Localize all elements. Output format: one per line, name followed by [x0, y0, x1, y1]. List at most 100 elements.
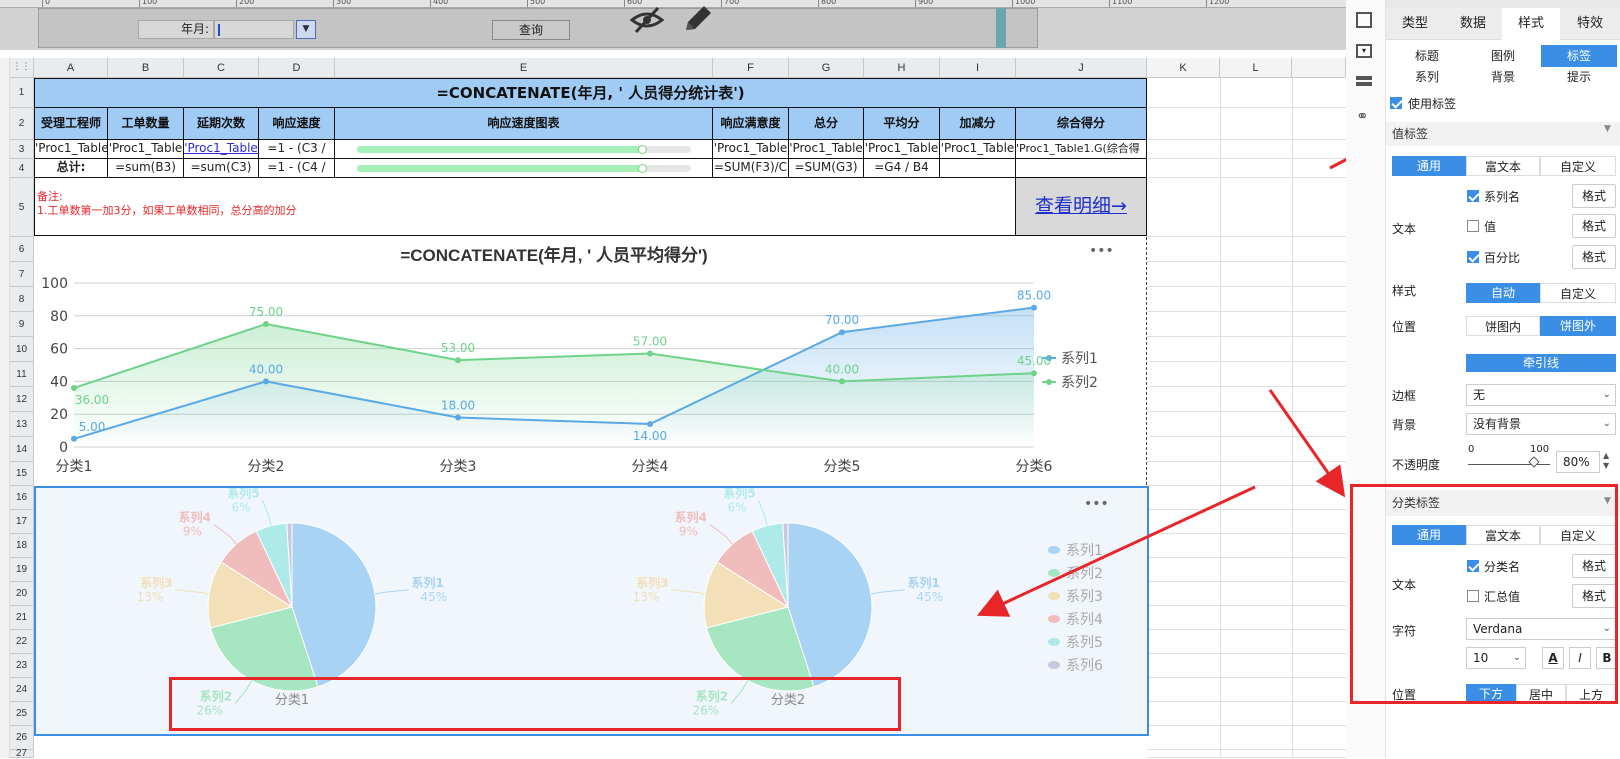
row-header[interactable]: 11	[10, 362, 34, 387]
row-header[interactable]: 4	[10, 159, 34, 178]
header-bonus[interactable]: 加减分	[940, 108, 1016, 140]
column-header-b[interactable]: B	[108, 58, 184, 78]
cell-e3-speed-bar[interactable]	[335, 140, 713, 159]
year-month-input[interactable]	[214, 20, 294, 39]
cell-g4[interactable]: =SUM(G3)	[789, 159, 864, 178]
tab-data[interactable]: 数据	[1444, 8, 1502, 40]
row-header[interactable]: 24	[10, 678, 34, 702]
cell-a3[interactable]: 'Proc1_Table	[34, 140, 108, 159]
subtab-title[interactable]: 标题	[1389, 45, 1465, 67]
cell-c4[interactable]: =sum(C3)	[184, 159, 259, 178]
condition-icon[interactable]	[1356, 76, 1372, 90]
cell-h4[interactable]: =G4 / B4	[864, 159, 940, 178]
cell-g3[interactable]: 'Proc1_Table	[789, 140, 864, 159]
cell-b4[interactable]: =sum(B3)	[108, 159, 184, 178]
subtab-background[interactable]: 背景	[1465, 66, 1541, 88]
border-select[interactable]: 无 ⌄	[1466, 384, 1616, 406]
row-header[interactable]: 13	[10, 412, 34, 437]
detail-link[interactable]: 查看明细→	[1016, 178, 1146, 235]
row-header[interactable]: 10	[10, 337, 34, 362]
note-cell[interactable]: 备注: 1.工单数第一加3分，如果工单数相同，总分高的加分	[34, 178, 1016, 236]
row-header[interactable]: 6	[10, 237, 34, 262]
subtab-series[interactable]: 系列	[1389, 66, 1465, 88]
opacity-input[interactable]: 80%	[1556, 451, 1600, 473]
header-average[interactable]: 平均分	[864, 108, 940, 140]
cell-f3[interactable]: 'Proc1_Table	[713, 140, 789, 159]
row-header[interactable]: 9	[10, 312, 34, 337]
column-header-j[interactable]: J	[1016, 58, 1147, 78]
header-satisfaction[interactable]: 响应满意度	[713, 108, 789, 140]
row-header[interactable]: 5	[10, 178, 34, 237]
header-engineer[interactable]: 受理工程师	[34, 108, 108, 140]
link-icon[interactable]: ⚭	[1356, 108, 1372, 124]
header-response-speed[interactable]: 响应速度	[259, 108, 335, 140]
format-button[interactable]: 格式	[1572, 214, 1616, 238]
row-header[interactable]: 1	[10, 78, 34, 108]
column-header-e[interactable]: E	[335, 58, 713, 78]
position-inside[interactable]: 饼图内	[1466, 316, 1540, 336]
header-composite[interactable]: 综合得分	[1016, 108, 1147, 140]
cell-f4[interactable]: =SUM(F3)/C	[713, 159, 789, 178]
row-header[interactable]: 8	[10, 287, 34, 312]
column-header-d[interactable]: D	[259, 58, 335, 78]
cell-d4[interactable]: =1 - (C4 /	[259, 159, 335, 178]
value-mode-richtext[interactable]: 富文本	[1466, 156, 1540, 176]
value-mode-general[interactable]: 通用	[1392, 156, 1466, 176]
column-header-f[interactable]: F	[713, 58, 789, 78]
percent-checkbox[interactable]	[1467, 251, 1479, 263]
row-header[interactable]: 19	[10, 558, 34, 582]
column-header-l[interactable]: L	[1220, 58, 1292, 78]
row-header[interactable]: 26	[10, 726, 34, 750]
row-header[interactable]: 2	[10, 108, 34, 140]
column-header-a[interactable]: A	[34, 58, 108, 78]
row-header[interactable]: 27	[10, 749, 34, 759]
collapse-icon[interactable]: ▼	[1604, 124, 1611, 134]
cell-j3[interactable]: 'Proc1_Table1.G(综合得	[1016, 140, 1147, 159]
tab-effects[interactable]: 特效	[1560, 8, 1620, 40]
leader-line-toggle[interactable]: 牵引线	[1466, 354, 1616, 372]
header-speed-chart[interactable]: 响应速度图表	[335, 108, 713, 140]
opacity-slider-track[interactable]	[1468, 464, 1550, 465]
cell-element-icon[interactable]	[1356, 12, 1372, 28]
position-outside[interactable]: 饼图外	[1540, 316, 1616, 336]
cell-i3[interactable]: 'Proc1_Table	[940, 140, 1016, 159]
line-chart[interactable]: =CONCATENATE(年月, ' 人员平均得分') ••• 0 20 40 60 80 1…	[34, 237, 1147, 485]
report-title[interactable]: =CONCATENATE(年月, ' 人员得分统计表')	[34, 78, 1147, 108]
row-header[interactable]: 16	[10, 486, 34, 510]
stepper-icon[interactable]: ▲ ▼	[1603, 451, 1609, 471]
row-header[interactable]: 3	[10, 140, 34, 159]
cell-j4[interactable]	[1016, 159, 1147, 178]
row-header[interactable]: 23	[10, 654, 34, 678]
row-header[interactable]: 25	[10, 702, 34, 726]
cell-i4[interactable]	[940, 159, 1016, 178]
tab-style[interactable]: 样式	[1502, 8, 1560, 40]
header-delay-count[interactable]: 延期次数	[184, 108, 259, 140]
cell-b3[interactable]: 'Proc1_Table	[108, 140, 184, 159]
widget-icon[interactable]: ▾	[1356, 44, 1372, 58]
cell-h3[interactable]: 'Proc1_Table	[864, 140, 940, 159]
cell-c3[interactable]: 'Proc1_Table	[184, 140, 259, 159]
column-header-c[interactable]: C	[184, 58, 259, 78]
edit-pencil-icon[interactable]	[682, 4, 714, 34]
use-label-checkbox[interactable]	[1390, 97, 1402, 109]
cell-a4-total[interactable]: 总计:	[34, 159, 108, 178]
series-name-checkbox[interactable]	[1467, 190, 1479, 202]
row-header[interactable]: 7	[10, 262, 34, 287]
subtab-legend[interactable]: 图例	[1465, 45, 1541, 67]
query-button[interactable]: 查询	[492, 20, 570, 40]
row-header[interactable]: 12	[10, 387, 34, 412]
column-header-h[interactable]: H	[864, 58, 940, 78]
row-header[interactable]: 17	[10, 510, 34, 534]
subtab-tooltip[interactable]: 提示	[1541, 66, 1617, 88]
column-header-k[interactable]: K	[1147, 58, 1220, 78]
column-header-i[interactable]: I	[940, 58, 1016, 78]
format-button[interactable]: 格式	[1572, 245, 1616, 269]
select-all-corner[interactable]: ⋮⋮	[10, 58, 34, 78]
tab-type[interactable]: 类型	[1386, 8, 1444, 40]
column-header-g[interactable]: G	[789, 58, 864, 78]
dropdown-icon[interactable]: ▼	[296, 20, 316, 39]
background-select[interactable]: 没有背景 ⌄	[1466, 413, 1616, 435]
value-mode-custom[interactable]: 自定义	[1540, 156, 1616, 176]
header-total-score[interactable]: 总分	[789, 108, 864, 140]
row-header[interactable]: 18	[10, 534, 34, 558]
